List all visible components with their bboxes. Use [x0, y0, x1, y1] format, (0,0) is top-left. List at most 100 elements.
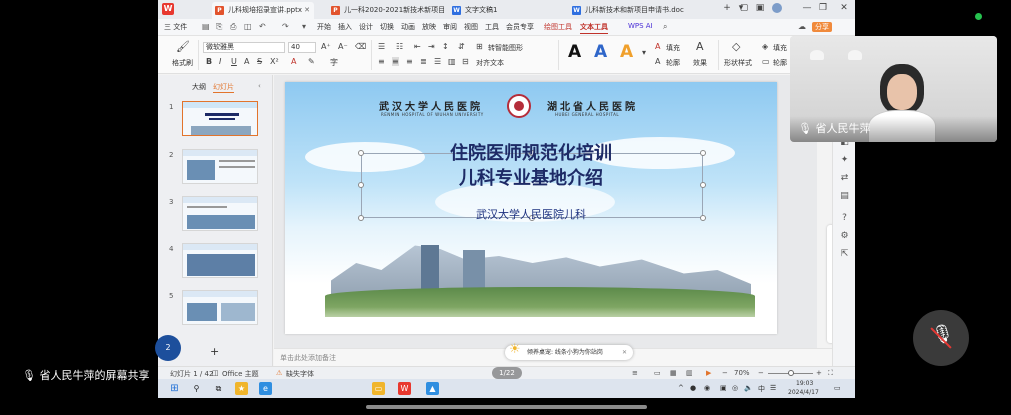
shape-style-icon[interactable]: ◇ — [732, 40, 740, 53]
save-icon[interactable]: ▤ — [202, 22, 210, 31]
slide-title-line2[interactable]: 儿科专业基地介绍 — [285, 164, 777, 190]
user-avatar-icon[interactable] — [771, 3, 783, 16]
settings-icon[interactable]: ⚙ — [833, 231, 855, 241]
zoom-level[interactable]: 70% — [734, 369, 750, 377]
tab-outline[interactable]: 大纲 — [192, 82, 206, 92]
tab-list-icon[interactable]: ▣ — [754, 3, 766, 13]
window-layout-icon[interactable]: ▢ — [738, 3, 750, 13]
expand-icon[interactable]: ⇱ — [833, 249, 855, 259]
desk-pet-tooltip[interactable]: ☀ 倾养桌宠: 线条小狗为你站岗 ✕ — [505, 342, 633, 360]
distribute-icon[interactable]: ☰ — [434, 57, 441, 66]
slide-title-line1[interactable]: 住院医师规范化培训 — [285, 139, 777, 165]
convert-smartart-label[interactable]: 转智能图形 — [488, 43, 523, 53]
tray-app-icon[interactable]: ◉ — [704, 384, 710, 392]
align-text-label[interactable]: 对齐文本 — [476, 58, 504, 68]
slide-thumbnail-1[interactable] — [182, 101, 258, 136]
menu-slideshow[interactable]: 放映 — [422, 22, 436, 32]
export-icon[interactable]: ⎘ — [216, 22, 222, 32]
justify-icon[interactable]: ≣ — [420, 57, 427, 66]
warning-icon[interactable]: ⚠ — [276, 369, 282, 377]
avatar[interactable]: 2 — [155, 335, 181, 361]
menu-member[interactable]: 会员专享 — [506, 22, 534, 32]
tray-app-icon[interactable]: ◎ — [732, 384, 738, 392]
text-outline-label[interactable]: 轮廓 — [666, 58, 680, 68]
minimize-icon[interactable]: — — [801, 3, 813, 13]
font-grow-icon[interactable]: A⁺ — [321, 42, 331, 51]
windows-start-icon[interactable]: ⊞ — [168, 382, 181, 395]
convert-smartart-icon[interactable]: ⊞ — [476, 42, 483, 51]
tray-app-icon[interactable]: ▣ — [720, 384, 727, 392]
text-outline-icon[interactable]: A — [655, 57, 660, 66]
notification-icon[interactable]: ▭ — [834, 384, 841, 392]
text-style-more-icon[interactable]: ▾ — [642, 48, 646, 57]
slide-subtitle[interactable]: 武汉大学人民医院儿科 — [285, 206, 777, 222]
tab-pptx-recruitment[interactable]: P 儿科规培招录宣讲.pptx ✕ — [212, 2, 314, 19]
tab-pptx-newtech[interactable]: P 儿一科2020-2021新技术新项目 — [328, 2, 448, 19]
text-fill-icon[interactable]: A — [655, 42, 660, 51]
tray-up-icon[interactable]: ^ — [678, 384, 684, 392]
tray-app-icon[interactable]: ● — [690, 384, 696, 392]
menu-file[interactable]: 三 文件 — [164, 22, 187, 32]
wifi-icon[interactable]: ☰ — [770, 384, 776, 392]
text-fill-label[interactable]: 填充 — [666, 43, 680, 53]
slide-thumbnail-2[interactable] — [182, 149, 258, 184]
zoom-out-icon[interactable]: − — [722, 369, 728, 377]
add-tab-icon[interactable]: + — [721, 3, 733, 13]
input-lang[interactable]: 中 — [758, 384, 765, 394]
text-effect-label[interactable]: 效果 — [693, 58, 707, 68]
menu-home[interactable]: 开始 — [317, 22, 331, 32]
text-effect-icon[interactable]: A — [696, 40, 704, 53]
theme-icon[interactable]: ◫ — [212, 369, 219, 377]
font-name-select[interactable]: 微软雅黑 — [203, 42, 285, 53]
wps-logo-icon[interactable]: W — [162, 3, 174, 15]
wps-taskbar-icon[interactable]: W — [398, 382, 411, 395]
clear-format-icon[interactable]: ⌫ — [355, 42, 366, 51]
reading-view-icon[interactable]: ▥ — [686, 369, 693, 377]
sorter-view-icon[interactable]: ▦ — [670, 369, 677, 377]
search-icon[interactable]: ⚲ — [190, 382, 203, 395]
normal-view-icon[interactable]: ▭ — [654, 369, 661, 377]
font-shrink-icon[interactable]: A⁻ — [338, 42, 348, 51]
line-spacing-icon[interactable]: ↕ — [442, 42, 449, 51]
bold-icon[interactable]: B — [206, 57, 212, 66]
volume-icon[interactable]: 🔈 — [744, 384, 753, 392]
strikethrough-icon[interactable]: S — [257, 57, 262, 66]
menu-tools[interactable]: 工具 — [485, 22, 499, 32]
menu-view[interactable]: 视图 — [464, 22, 478, 32]
menu-transition[interactable]: 切换 — [380, 22, 394, 32]
missing-font[interactable]: 缺失字体 — [286, 369, 314, 379]
highlight-icon[interactable]: ✎ — [308, 57, 315, 66]
text-shadow-icon[interactable]: A — [244, 57, 249, 66]
tab-doc-application[interactable]: W 儿科新技术和新项目申请书.doc — [569, 2, 719, 19]
app-icon[interactable]: ★ — [235, 382, 248, 395]
theme-name[interactable]: Office 主题 — [222, 369, 259, 379]
align-left-icon[interactable]: ≡ — [378, 57, 385, 66]
align-right-icon[interactable]: ≡ — [406, 57, 413, 66]
menu-text-tools[interactable]: 文本工具 — [580, 22, 608, 34]
animation-icon[interactable]: ✦ — [833, 155, 855, 165]
shape-fill-label[interactable]: 填充 — [773, 43, 787, 53]
menu-wps-ai[interactable]: WPS AI — [628, 22, 653, 30]
underline-icon[interactable]: U — [231, 57, 237, 66]
mute-button[interactable]: 🎙 — [913, 310, 969, 366]
home-indicator[interactable] — [366, 405, 647, 409]
edge-browser-icon[interactable]: e — [259, 382, 272, 395]
format-painter-label[interactable]: 格式刷 — [172, 58, 193, 68]
tab-slides[interactable]: 幻灯片 — [213, 82, 234, 93]
shape-style-label[interactable]: 形状样式 — [724, 58, 752, 68]
bullet-list-icon[interactable]: ☰ — [378, 42, 385, 51]
vertical-align-icon[interactable]: ⊟ — [462, 57, 469, 66]
text-style-orange-icon[interactable]: A — [620, 42, 633, 62]
slide-thumbnail-3[interactable] — [182, 196, 258, 231]
italic-icon[interactable]: I — [219, 57, 221, 66]
zoom-out-icon[interactable]: − — [758, 369, 764, 377]
numbered-list-icon[interactable]: ☷ — [396, 42, 403, 51]
align-center-icon[interactable]: ≡ — [392, 57, 399, 66]
undo-icon[interactable]: ↶ — [259, 22, 266, 31]
redo-icon[interactable]: ↷ — [282, 22, 289, 31]
print-icon[interactable]: ⎙ — [230, 22, 236, 32]
file-explorer-icon[interactable]: ▭ — [372, 382, 385, 395]
slide-canvas[interactable]: 武汉大学人民医院 RENMIN HOSPITAL OF WUHAN UNIVER… — [285, 82, 777, 334]
preview-icon[interactable]: ◫ — [244, 22, 252, 31]
text-style-black-icon[interactable]: A — [568, 42, 581, 62]
